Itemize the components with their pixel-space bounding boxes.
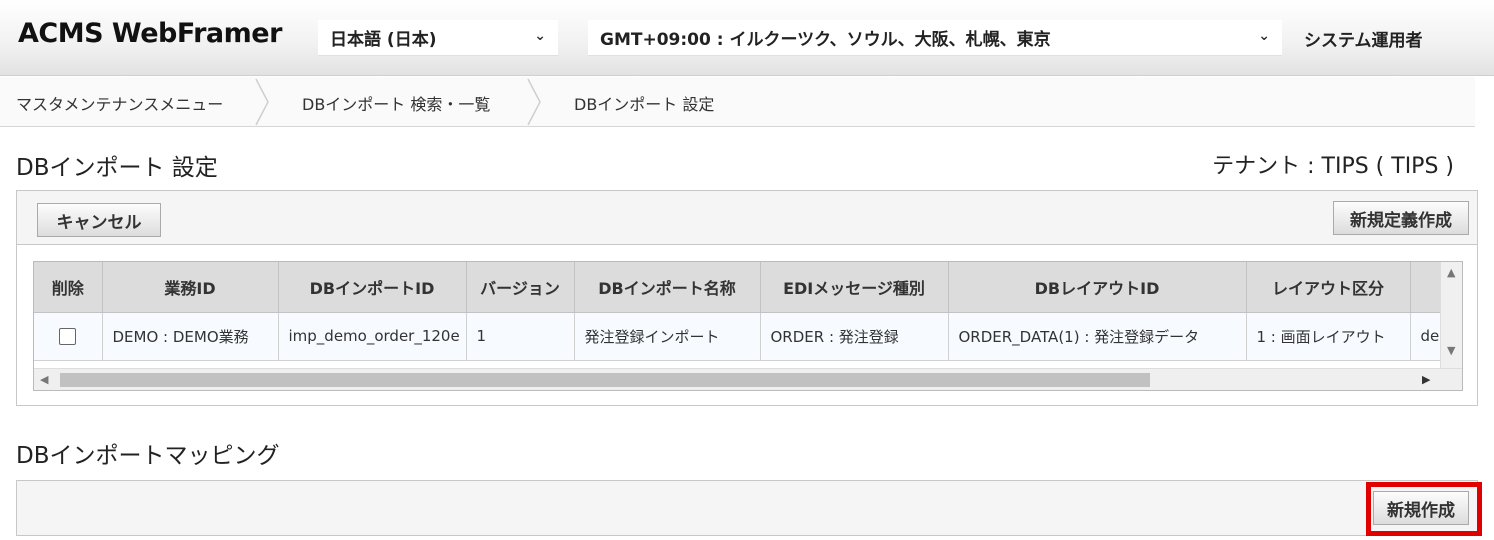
breadcrumb-separator-icon: [527, 78, 541, 126]
mapping-toolbar: 新規作成: [16, 480, 1478, 536]
import-settings-panel: キャンセル 新規定義作成 削除 業務ID DBインポートID バージョン DBイ…: [16, 190, 1478, 406]
column-header-layout-type[interactable]: レイアウト区分: [1246, 262, 1411, 313]
cell-edi-type: ORDER : 発注登録: [760, 312, 949, 361]
language-select[interactable]: 日本語 (日本) ⌄: [318, 20, 558, 56]
user-menu[interactable]: システム運用者: [1304, 26, 1423, 51]
import-table: 削除 業務ID DBインポートID バージョン DBインポート名称 EDIメッセ…: [34, 262, 1441, 361]
chevron-down-icon: ⌄: [1258, 28, 1270, 44]
breadcrumb: マスタメンテナンスメニュー DBインポート 検索・一覧 DBインポート 設定: [0, 77, 1475, 127]
vertical-scrollbar[interactable]: ▲ ▼: [1440, 262, 1462, 370]
import-grid: 削除 業務ID DBインポートID バージョン DBインポート名称 EDIメッセ…: [33, 261, 1463, 391]
cell-layout-id: ORDER_DATA(1) : 発注登録データ: [948, 312, 1247, 361]
chevron-down-icon: ⌄: [534, 28, 546, 44]
app-header: ACMS WebFramer 日本語 (日本) ⌄ GMT+09:00 : イル…: [0, 0, 1494, 76]
cell-layout-type: 1 : 画面レイアウト: [1246, 312, 1411, 361]
cell-version: 1: [466, 312, 575, 361]
scroll-right-icon[interactable]: ▶: [1422, 373, 1430, 386]
cell-import-id[interactable]: imp_demo_order_120e: [278, 312, 467, 361]
table-row[interactable]: DEMO : DEMO業務 imp_demo_order_120e 1 発注登録…: [34, 312, 1441, 361]
cell-import-name: 発注登録インポート: [574, 312, 761, 361]
new-definition-button[interactable]: 新規定義作成: [1333, 201, 1469, 235]
column-header-import-id[interactable]: DBインポートID: [278, 262, 467, 313]
scroll-left-icon[interactable]: ◀: [40, 373, 48, 386]
mapping-section-title: DBインポートマッピング: [16, 443, 280, 469]
horizontal-scrollbar[interactable]: ◀ ▶: [34, 368, 1462, 390]
cancel-button[interactable]: キャンセル: [37, 203, 161, 237]
scroll-down-icon[interactable]: ▼: [1447, 344, 1455, 357]
scroll-up-icon[interactable]: ▲: [1447, 266, 1455, 279]
column-header-more: [1410, 262, 1441, 313]
page-title: DBインポート 設定: [16, 155, 218, 181]
column-header-edi-type[interactable]: EDIメッセージ種別: [760, 262, 949, 313]
timezone-select[interactable]: GMT+09:00 : イルクーツク、ソウル、大阪、札幌、東京 ⌄: [588, 20, 1282, 56]
breadcrumb-item-search[interactable]: DBインポート 検索・一覧: [302, 91, 490, 115]
cell-more: de: [1410, 312, 1441, 361]
language-value: 日本語 (日本): [330, 30, 437, 50]
delete-checkbox[interactable]: [59, 328, 77, 345]
breadcrumb-item-menu[interactable]: マスタメンテナンスメニュー: [16, 91, 223, 115]
column-header-version[interactable]: バージョン: [466, 262, 575, 313]
column-header-layout-id[interactable]: DBレイアウトID: [948, 262, 1247, 313]
breadcrumb-item-current: DBインポート 設定: [574, 95, 715, 114]
tenant-label: テナント : TIPS ( TIPS ): [1212, 154, 1454, 179]
column-header-delete: 削除: [34, 262, 103, 313]
app-logo: ACMS WebFramer: [18, 18, 282, 49]
breadcrumb-separator-icon: [255, 78, 269, 126]
column-header-business-id[interactable]: 業務ID: [102, 262, 279, 313]
table-header-row: 削除 業務ID DBインポートID バージョン DBインポート名称 EDIメッセ…: [34, 262, 1441, 313]
horizontal-scroll-thumb[interactable]: [60, 373, 1150, 387]
panel-toolbar: キャンセル 新規定義作成: [17, 191, 1477, 245]
delete-cell: [34, 312, 103, 361]
column-header-import-name[interactable]: DBインポート名称: [574, 262, 761, 313]
cell-business-id: DEMO : DEMO業務: [102, 312, 279, 361]
timezone-value: GMT+09:00 : イルクーツク、ソウル、大阪、札幌、東京: [600, 30, 1051, 50]
highlight-frame: [1366, 482, 1482, 536]
